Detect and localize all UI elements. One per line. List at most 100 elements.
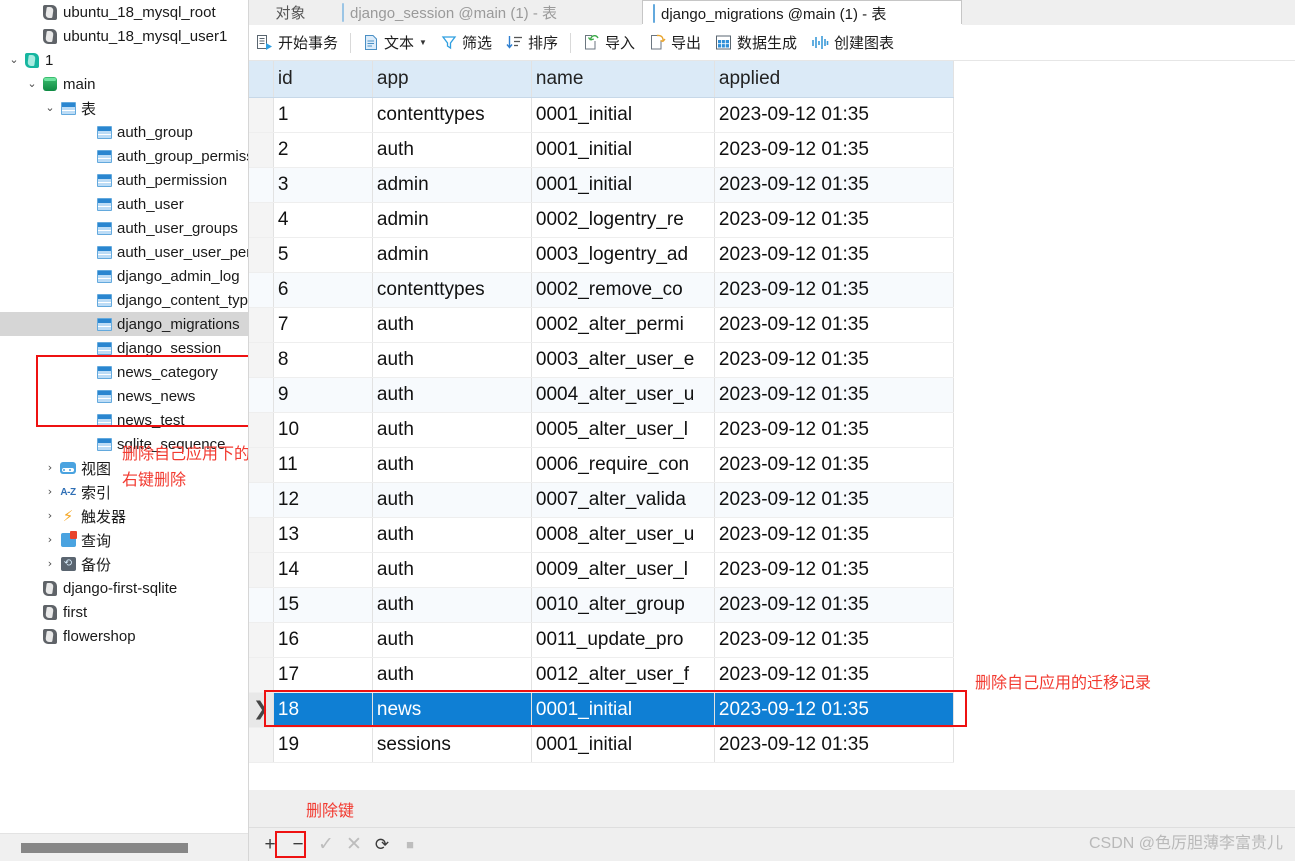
tab-objects[interactable]: 对象 xyxy=(249,0,332,25)
cell-name[interactable]: 0001_initial xyxy=(531,132,715,168)
cell-applied[interactable]: 2023-09-12 01:35 xyxy=(714,622,954,658)
cell-id[interactable]: 3 xyxy=(273,167,373,203)
sort-button[interactable]: 排序 xyxy=(499,29,565,57)
chevron-right-icon[interactable]: › xyxy=(42,456,58,480)
cell-app[interactable]: contenttypes xyxy=(372,97,532,133)
tree-item-auth_user_user_perm[interactable]: · auth_user_user_perm xyxy=(0,240,248,264)
cell-id[interactable]: 15 xyxy=(273,587,373,623)
cell-name[interactable]: 0006_require_con xyxy=(531,447,715,483)
tree-item-auth_group[interactable]: · auth_group xyxy=(0,120,248,144)
text-view-button[interactable]: 文本 ▼ xyxy=(356,29,434,57)
table-row[interactable]: 1 contenttypes 0001_initial 2023-09-12 01:3… xyxy=(249,97,954,133)
cell-app[interactable]: auth xyxy=(372,307,532,343)
cell-applied[interactable]: 2023-09-12 01:35 xyxy=(714,412,954,448)
row-selector[interactable]: ❯ xyxy=(249,692,274,728)
row-selector[interactable] xyxy=(249,342,274,378)
table-row[interactable]: 3 admin 0001_initial 2023-09-12 01:35 xyxy=(249,167,954,203)
cell-name[interactable]: 0002_logentry_re xyxy=(531,202,715,238)
cell-name[interactable]: 0001_initial xyxy=(531,97,715,133)
tree-item-[interactable]: ⌄ 表 xyxy=(0,96,248,120)
row-selector[interactable] xyxy=(249,412,274,448)
column-header-name[interactable]: name xyxy=(531,61,715,98)
row-selector[interactable] xyxy=(249,132,274,168)
cell-name[interactable]: 0011_update_pro xyxy=(531,622,715,658)
table-row[interactable]: 17 auth 0012_alter_user_f 2023-09-12 01:35 xyxy=(249,657,954,693)
tree-item-auth_group_permissi[interactable]: · auth_group_permissi xyxy=(0,144,248,168)
cell-id[interactable]: 2 xyxy=(273,132,373,168)
row-selector[interactable] xyxy=(249,517,274,553)
sidebar-scrollbar-thumb[interactable] xyxy=(21,843,188,853)
cell-app[interactable]: auth xyxy=(372,517,532,553)
cell-applied[interactable]: 2023-09-12 01:35 xyxy=(714,552,954,588)
cell-applied[interactable]: 2023-09-12 01:35 xyxy=(714,447,954,483)
export-button[interactable]: 导出 xyxy=(642,29,708,57)
cell-name[interactable]: 0002_alter_permi xyxy=(531,307,715,343)
tree-item-auth_user[interactable]: · auth_user xyxy=(0,192,248,216)
chevron-right-icon[interactable]: › xyxy=(42,480,58,504)
tree-item-django_migrations[interactable]: · django_migrations xyxy=(0,312,248,336)
cell-applied[interactable]: 2023-09-12 01:35 xyxy=(714,307,954,343)
table-row[interactable]: 7 auth 0002_alter_permi 2023-09-12 01:35 xyxy=(249,307,954,343)
sidebar-horizontal-scrollbar[interactable] xyxy=(0,833,248,861)
apply-change-button[interactable]: ✓ xyxy=(313,833,339,857)
cell-app[interactable]: contenttypes xyxy=(372,272,532,308)
row-selector[interactable] xyxy=(249,622,274,658)
tree-item-main[interactable]: ⌄ main xyxy=(0,72,248,96)
row-selector[interactable] xyxy=(249,482,274,518)
cell-applied[interactable]: 2023-09-12 01:35 xyxy=(714,237,954,273)
cell-id[interactable]: 4 xyxy=(273,202,373,238)
tree-item-first[interactable]: · first xyxy=(0,600,248,624)
cell-id[interactable]: 17 xyxy=(273,657,373,693)
tree-item-ubuntu_18_mysql_root[interactable]: · ubuntu_18_mysql_root xyxy=(0,0,248,24)
cell-app[interactable]: admin xyxy=(372,202,532,238)
tree-item-ubuntu_18_mysql_user1[interactable]: · ubuntu_18_mysql_user1 xyxy=(0,24,248,48)
tab-django-session[interactable]: django_session @main (1) - 表 xyxy=(332,0,642,25)
table-row[interactable]: 8 auth 0003_alter_user_e 2023-09-12 01:35 xyxy=(249,342,954,378)
cell-applied[interactable]: 2023-09-12 01:35 xyxy=(714,657,954,693)
cell-id[interactable]: 14 xyxy=(273,552,373,588)
data-generate-button[interactable]: 数据生成 xyxy=(708,29,804,57)
row-selector[interactable] xyxy=(249,727,274,763)
cell-name[interactable]: 0010_alter_group xyxy=(531,587,715,623)
cell-applied[interactable]: 2023-09-12 01:35 xyxy=(714,692,954,728)
cell-applied[interactable]: 2023-09-12 01:35 xyxy=(714,167,954,203)
cancel-change-button[interactable]: ✕ xyxy=(341,833,367,857)
cell-id[interactable]: 6 xyxy=(273,272,373,308)
table-row[interactable]: 15 auth 0010_alter_group 2023-09-12 01:35 xyxy=(249,587,954,623)
cell-applied[interactable]: 2023-09-12 01:35 xyxy=(714,132,954,168)
cell-id[interactable]: 10 xyxy=(273,412,373,448)
row-selector[interactable] xyxy=(249,552,274,588)
stop-button[interactable]: ■ xyxy=(397,833,423,857)
table-row[interactable]: 10 auth 0005_alter_user_l 2023-09-12 01:35 xyxy=(249,412,954,448)
column-header-applied[interactable]: applied xyxy=(714,61,954,98)
chevron-down-icon[interactable]: ▼ xyxy=(419,38,427,47)
row-selector[interactable] xyxy=(249,237,274,273)
create-chart-button[interactable]: 创建图表 xyxy=(804,29,901,57)
cell-id[interactable]: 16 xyxy=(273,622,373,658)
cell-applied[interactable]: 2023-09-12 01:35 xyxy=(714,727,954,763)
cell-name[interactable]: 0001_initial xyxy=(531,727,715,763)
cell-app[interactable]: auth xyxy=(372,657,532,693)
cell-id[interactable]: 7 xyxy=(273,307,373,343)
table-row[interactable]: 11 auth 0006_require_con 2023-09-12 01:35 xyxy=(249,447,954,483)
chevron-right-icon[interactable]: › xyxy=(42,528,58,552)
import-button[interactable]: 导入 xyxy=(576,29,642,57)
row-selector[interactable] xyxy=(249,272,274,308)
tree-item-django_content_type[interactable]: · django_content_type xyxy=(0,288,248,312)
start-transaction-button[interactable]: 开始事务 xyxy=(249,29,345,57)
tree-item-django_admin_log[interactable]: · django_admin_log xyxy=(0,264,248,288)
refresh-button[interactable]: ⟳ xyxy=(369,833,395,857)
tree-item-news_category[interactable]: · news_category xyxy=(0,360,248,384)
cell-app[interactable]: auth xyxy=(372,622,532,658)
cell-app[interactable]: auth xyxy=(372,482,532,518)
cell-name[interactable]: 0012_alter_user_f xyxy=(531,657,715,693)
cell-id[interactable]: 18 xyxy=(273,692,373,728)
cell-applied[interactable]: 2023-09-12 01:35 xyxy=(714,97,954,133)
tree-item-[interactable]: › ⟲ 备份 xyxy=(0,552,248,576)
cell-applied[interactable]: 2023-09-12 01:35 xyxy=(714,272,954,308)
cell-app[interactable]: auth xyxy=(372,412,532,448)
cell-name[interactable]: 0005_alter_user_l xyxy=(531,412,715,448)
filter-button[interactable]: 筛选 xyxy=(434,29,499,57)
row-selector[interactable] xyxy=(249,447,274,483)
column-header-id[interactable]: id xyxy=(273,61,373,98)
